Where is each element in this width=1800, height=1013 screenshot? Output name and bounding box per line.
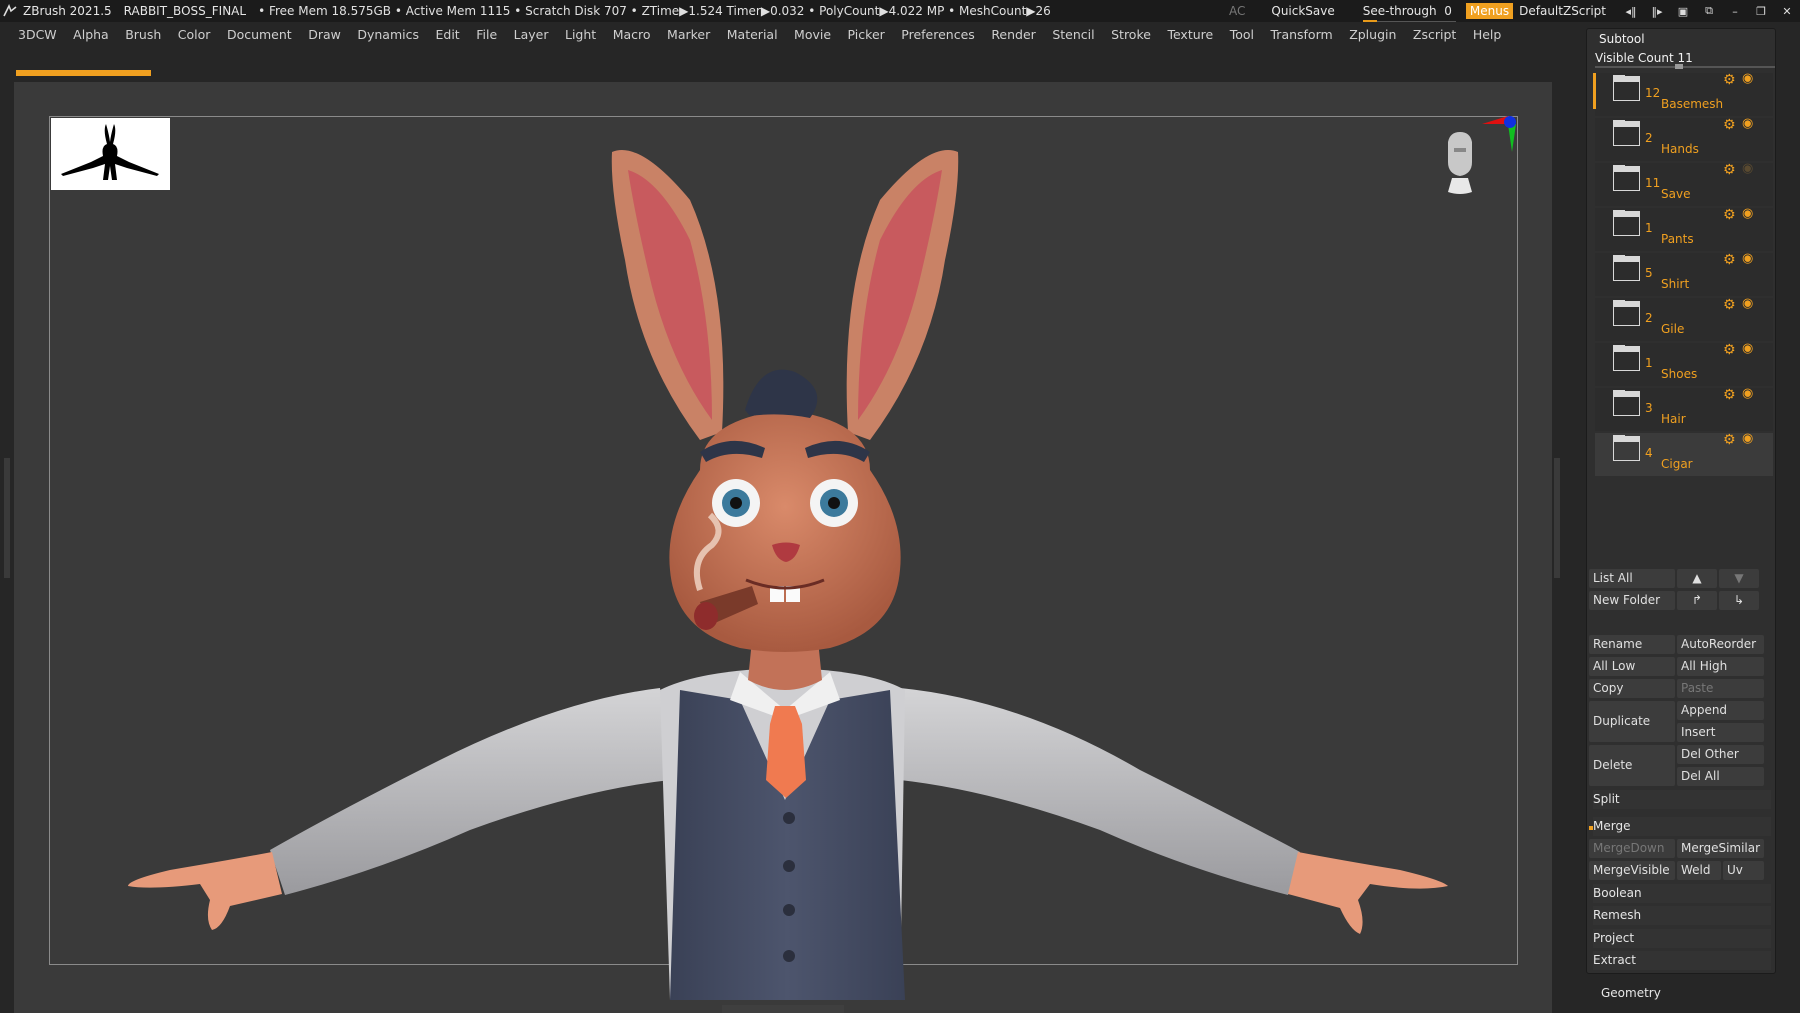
append-button[interactable]: Append: [1677, 701, 1764, 720]
new-folder-button[interactable]: New Folder: [1589, 591, 1675, 610]
move-down-icon[interactable]: ▼: [1719, 569, 1759, 588]
folder-icon: [1613, 165, 1640, 191]
del-all-button[interactable]: Del All: [1677, 767, 1764, 786]
project-section[interactable]: Project: [1593, 929, 1771, 948]
folder-icon: [1613, 255, 1640, 281]
zbrush-window: ZBrush 2021.5 RABBIT_BOSS_FINAL • Free M…: [0, 0, 1800, 1013]
merge-down-button[interactable]: MergeDown: [1589, 839, 1675, 858]
visible-count-label[interactable]: Visible Count 11: [1595, 51, 1693, 65]
folder-icon: [1613, 120, 1640, 146]
duplicate-button[interactable]: Duplicate: [1589, 701, 1675, 742]
subtool-name: Shoes: [1661, 367, 1698, 381]
uv-toggle[interactable]: Uv: [1723, 861, 1764, 880]
all-low-button[interactable]: All Low: [1589, 657, 1675, 676]
subtool-title[interactable]: Subtool: [1599, 32, 1645, 46]
move-into-folder-icon[interactable]: ↱: [1677, 591, 1717, 610]
subtool-item-gile[interactable]: 2 Gile ⚙ ◉: [1595, 297, 1773, 341]
subtool-name: Hands: [1661, 142, 1699, 156]
gear-icon[interactable]: ⚙: [1723, 253, 1737, 267]
subtool-list: 12 Basemesh ⚙ ◉ 2 Hands ⚙ ◉ 11 Save ⚙ ◉ 1 Pants ⚙ ◉ 5 Shi…: [1593, 72, 1773, 559]
bottom-tray-handle[interactable]: [722, 1005, 844, 1013]
eye-icon[interactable]: ◉: [1742, 387, 1760, 402]
folder-icon: [1613, 300, 1640, 326]
subtool-count: 5: [1645, 266, 1653, 280]
merge-section[interactable]: Merge: [1593, 817, 1771, 836]
gear-icon[interactable]: ⚙: [1723, 298, 1737, 312]
boolean-section[interactable]: Boolean: [1593, 884, 1771, 903]
list-all-button[interactable]: List All: [1589, 569, 1675, 588]
eye-icon[interactable]: ◉: [1742, 252, 1760, 267]
subtool-count: 2: [1645, 131, 1653, 145]
folder-icon: [1613, 210, 1640, 236]
subtool-item-hair[interactable]: 3 Hair ⚙ ◉: [1595, 387, 1773, 431]
merge-similar-button[interactable]: MergeSimilar: [1677, 839, 1764, 858]
eye-icon[interactable]: ◉: [1742, 72, 1760, 87]
subtool-item-cigar[interactable]: 4 Cigar ⚙ ◉: [1595, 432, 1773, 476]
subtool-count: 3: [1645, 401, 1653, 415]
copy-button[interactable]: Copy: [1589, 679, 1675, 698]
eye-icon[interactable]: ◉: [1742, 117, 1760, 132]
subtool-count: 4: [1645, 446, 1653, 460]
subtool-item-hands[interactable]: 2 Hands ⚙ ◉: [1595, 117, 1773, 161]
geometry-section[interactable]: Geometry: [1601, 986, 1661, 1000]
gear-icon[interactable]: ⚙: [1723, 118, 1737, 132]
move-up-icon[interactable]: ▲: [1677, 569, 1717, 588]
subtool-name: Pants: [1661, 232, 1694, 246]
gear-icon[interactable]: ⚙: [1723, 73, 1737, 87]
visible-count-value: 11: [1677, 51, 1693, 65]
folder-icon: [1613, 390, 1640, 416]
subtool-item-shoes[interactable]: 1 Shoes ⚙ ◉: [1595, 342, 1773, 386]
gear-icon[interactable]: ⚙: [1723, 163, 1737, 177]
subtool-name: Save: [1661, 187, 1691, 201]
folder-icon: [1613, 75, 1640, 101]
autoreorder-button[interactable]: AutoReorder: [1677, 635, 1764, 654]
eye-icon[interactable]: ◉: [1742, 342, 1760, 357]
subtool-name: Cigar: [1661, 457, 1693, 471]
subtool-panel: Subtool Visible Count 11 12 Basemesh ⚙ ◉ 2 Ha…: [1586, 28, 1776, 974]
subtool-name: Shirt: [1661, 277, 1690, 291]
merge-visible-button[interactable]: MergeVisible: [1589, 861, 1675, 880]
subtool-count: 2: [1645, 311, 1653, 325]
gear-icon[interactable]: ⚙: [1723, 208, 1737, 222]
paste-button[interactable]: Paste: [1677, 679, 1764, 698]
folder-icon: [1613, 435, 1640, 461]
subtool-item-save[interactable]: 11 Save ⚙ ◉: [1595, 162, 1773, 206]
gear-icon[interactable]: ⚙: [1723, 388, 1737, 402]
subtool-name: Basemesh: [1661, 97, 1724, 111]
subtool-count: 11: [1645, 176, 1661, 190]
remesh-section[interactable]: Remesh: [1593, 906, 1771, 925]
split-section[interactable]: Split: [1593, 790, 1771, 809]
weld-toggle[interactable]: Weld: [1677, 861, 1721, 880]
eye-icon[interactable]: ◉: [1742, 207, 1760, 222]
subtool-name: Gile: [1661, 322, 1685, 336]
visible-count-slider[interactable]: [1595, 64, 1775, 69]
gear-icon[interactable]: ⚙: [1723, 343, 1737, 357]
folder-icon: [1613, 345, 1640, 371]
eye-icon[interactable]: ◉: [1742, 297, 1760, 312]
all-high-button[interactable]: All High: [1677, 657, 1764, 676]
gear-icon[interactable]: ⚙: [1723, 433, 1737, 447]
subtool-count: 12: [1645, 86, 1661, 100]
del-other-button[interactable]: Del Other: [1677, 745, 1764, 764]
subtool-item-pants[interactable]: 1 Pants ⚙ ◉: [1595, 207, 1773, 251]
subtool-count: 1: [1645, 356, 1653, 370]
subtool-item-basemesh[interactable]: 12 Basemesh ⚙ ◉: [1593, 72, 1773, 116]
eye-icon[interactable]: ◉: [1742, 432, 1760, 447]
eye-icon[interactable]: ◉: [1742, 162, 1760, 177]
extract-section[interactable]: Extract: [1593, 951, 1771, 970]
rabbit-model[interactable]: [0, 0, 1800, 1013]
subtool-name: Hair: [1661, 412, 1686, 426]
rename-button[interactable]: Rename: [1589, 635, 1675, 654]
subtool-item-shirt[interactable]: 5 Shirt ⚙ ◉: [1595, 252, 1773, 296]
subtool-count: 1: [1645, 221, 1653, 235]
insert-button[interactable]: Insert: [1677, 723, 1764, 742]
move-out-folder-icon[interactable]: ↳: [1719, 591, 1759, 610]
delete-button[interactable]: Delete: [1589, 745, 1675, 786]
